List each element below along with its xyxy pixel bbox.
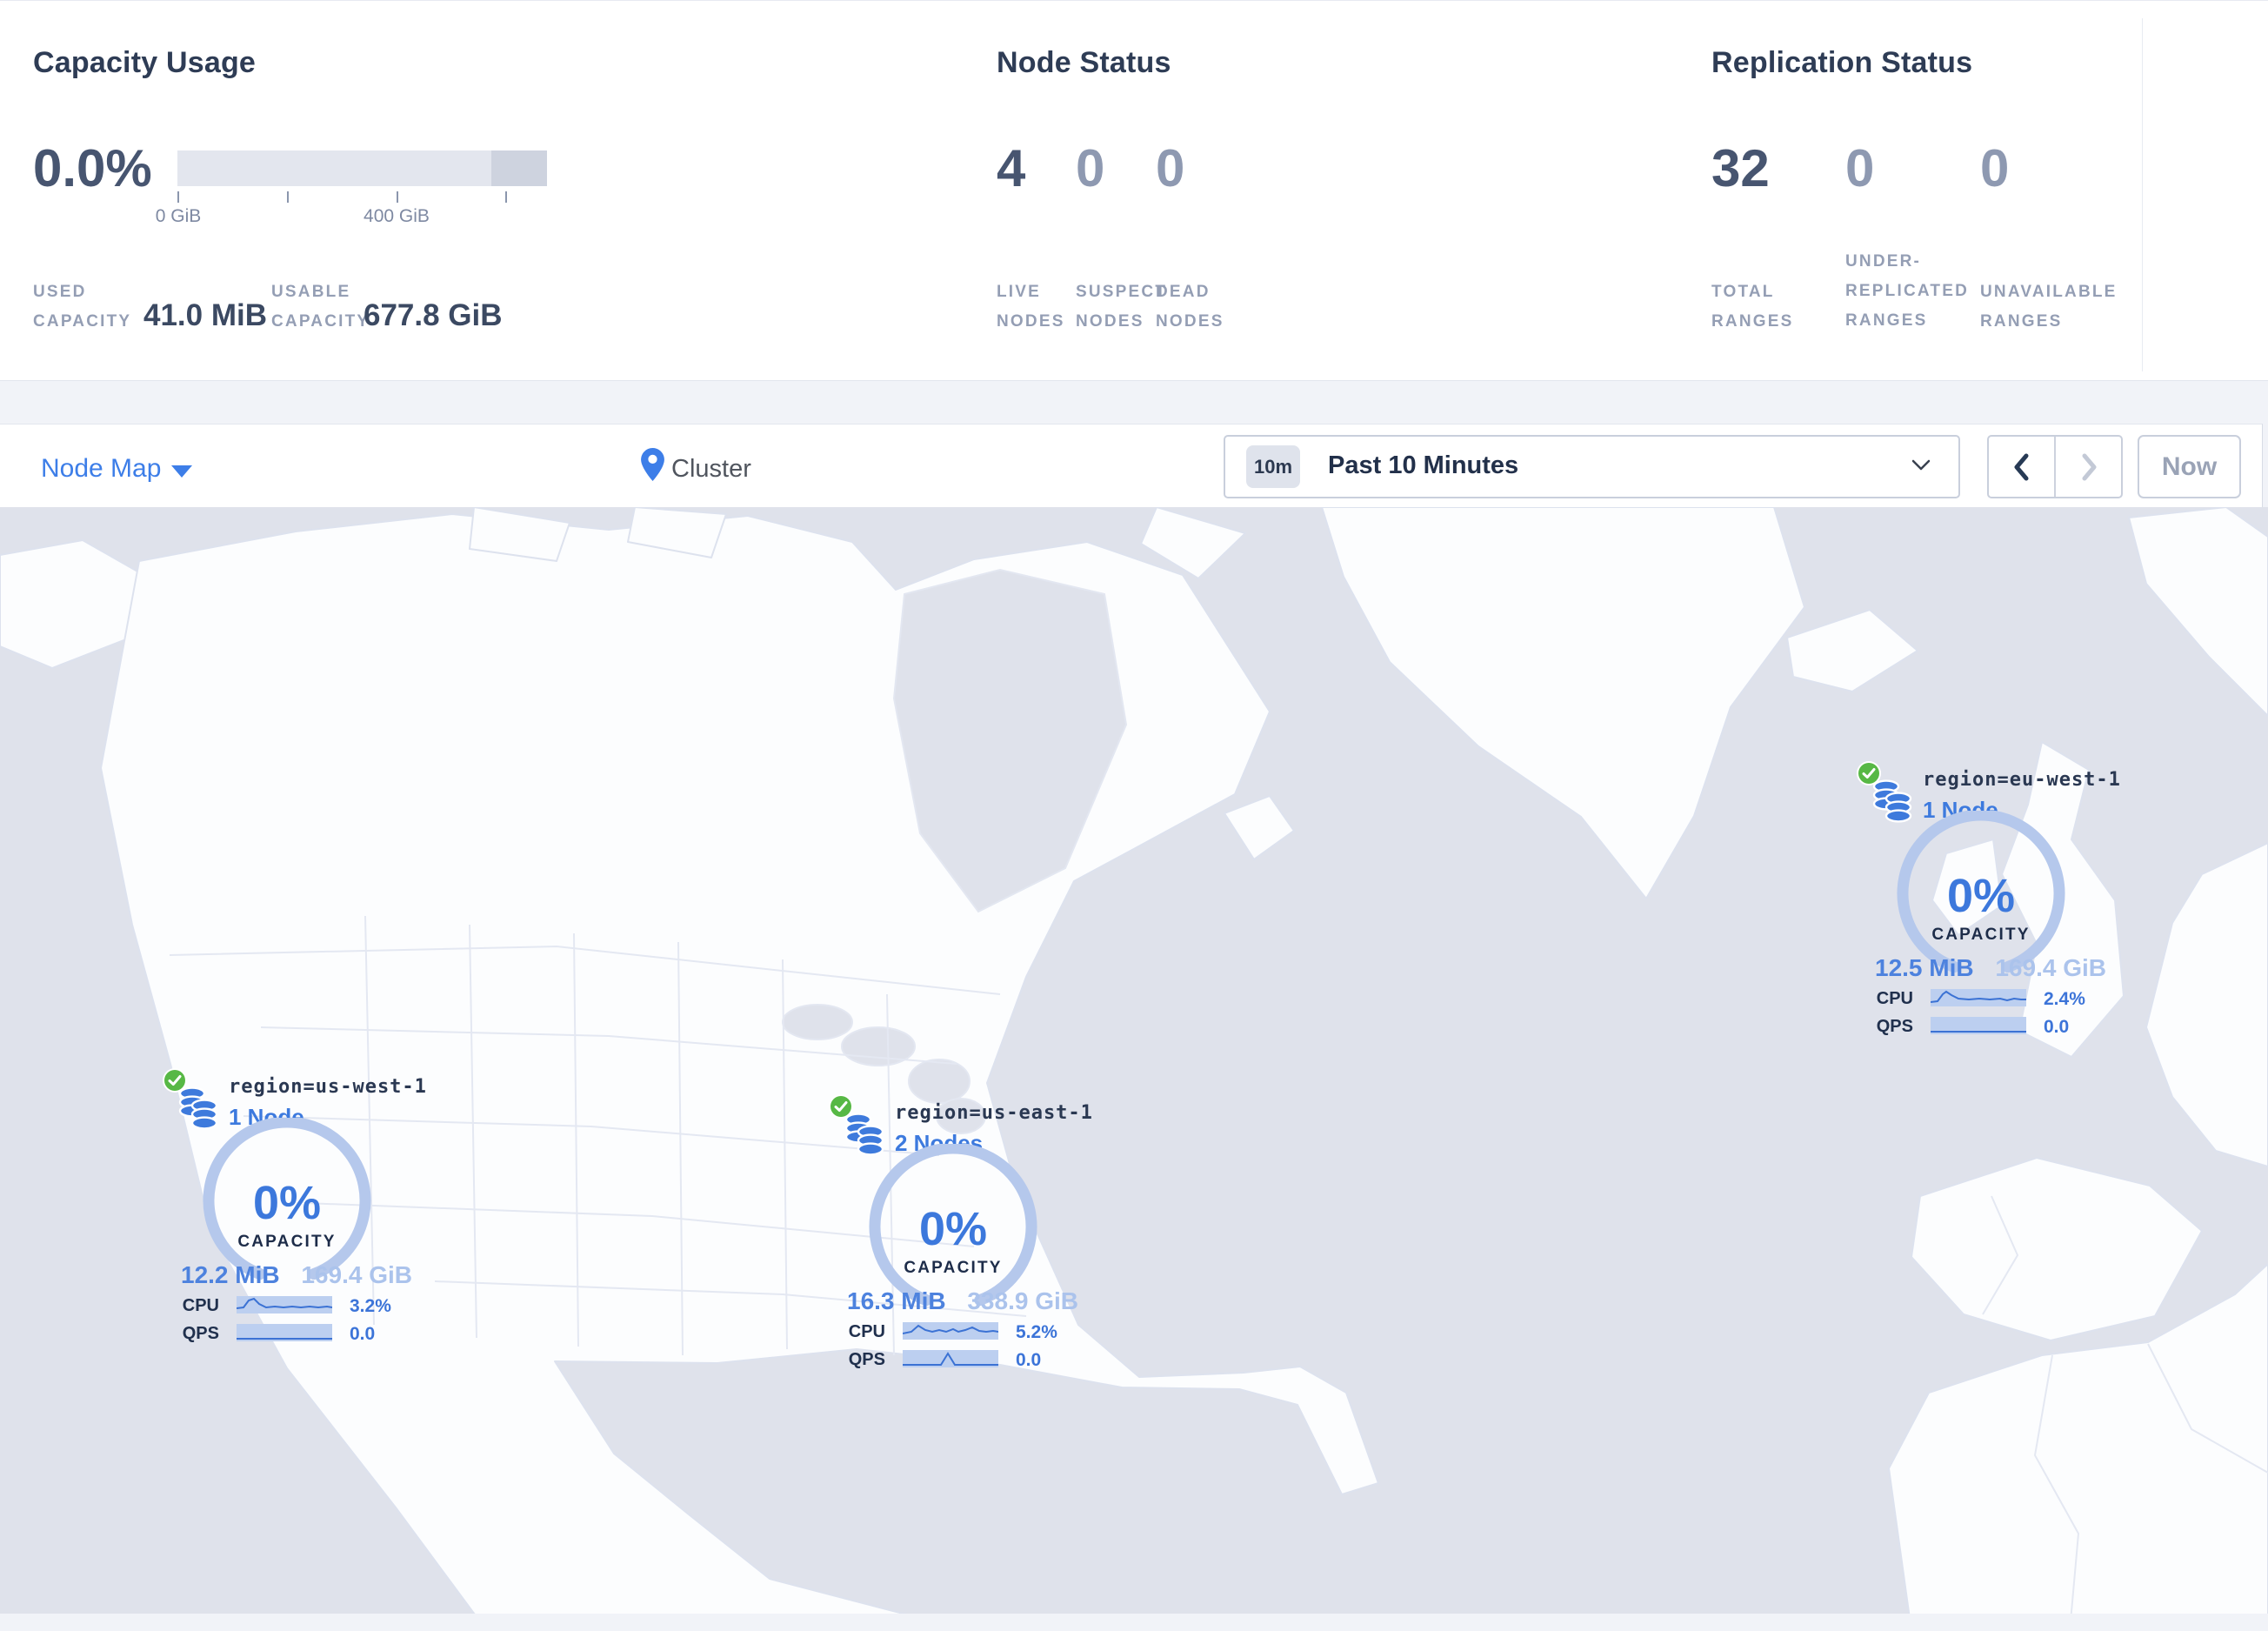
total-ranges-label: TOTAL RANGES [1711,283,1794,331]
total-ranges-count: 32 [1711,139,1770,197]
usable-capacity: 338.9 GiB [967,1287,1078,1314]
map-pin-icon [641,448,664,481]
cpu-row: CPU 2.4% [1851,989,2111,1009]
axis-tick [397,191,398,203]
qps-row: QPS 0.0 [1851,1017,2111,1037]
qps-sparkline [903,1350,998,1367]
capacity-label: CAPACITY [904,1259,1003,1277]
usable-capacity-value: 677.8 GiB [364,298,503,332]
qps-row: QPS 0.0 [157,1324,417,1344]
node-status-title: Node Status [997,46,1171,79]
capacity-percent: 0% [1946,870,2016,922]
under-replicated-count: 0 [1845,139,1875,197]
cpu-value: 3.2% [350,1296,391,1316]
qps-label: QPS [182,1324,219,1343]
region-name: region=eu-west-1 [1923,769,2121,791]
used-capacity-label: USED CAPACITY [33,283,132,331]
region-name: region=us-west-1 [229,1076,427,1098]
view-selector-dropdown[interactable]: Node Map [41,454,161,484]
unavailable-ranges-count: 0 [1980,139,2010,197]
live-nodes-label: LIVE NODES [997,283,1065,331]
cpu-sparkline [236,1296,333,1313]
qps-sparkline [237,1324,332,1341]
qps-label: QPS [1876,1017,1913,1036]
unavailable-ranges-label: UNAVAILABLE RANGES [1980,283,2118,331]
used-capacity: 12.5 MiB [1875,954,1974,981]
time-range-selector[interactable]: 10m Past 10 Minutes [1224,435,1960,498]
region-marker-us-west-1[interactable]: region=us-west-1 1 Node 0% CAPACITY 12.2… [157,1061,565,1361]
capacity-label: CAPACITY [237,1233,337,1251]
region-name: region=us-east-1 [895,1102,1093,1124]
now-button[interactable]: Now [2138,435,2241,498]
qps-row: QPS 0.0 [823,1350,1084,1370]
usable-capacity: 169.4 GiB [301,1261,412,1288]
qps-sparkline [1931,1017,2026,1034]
dead-nodes-label: DEAD NODES [1156,283,1224,331]
qps-label: QPS [848,1350,885,1369]
used-capacity-value: 41.0 MiB [143,298,267,332]
cpu-label: CPU [848,1322,885,1341]
time-window-badge: 10m [1246,445,1300,488]
capacity-percent: 0% [252,1177,322,1229]
dead-nodes-count: 0 [1156,139,1185,197]
cpu-value: 5.2% [1016,1322,1057,1342]
map-landmass-svg [0,506,2268,1631]
region-marker-us-east-1[interactable]: region=us-east-1 2 Nodes 0% CAPACITY 16.… [823,1087,1231,1387]
node-map-page: Capacity Usage 0.0% 0 GiB 400 GiB USED C… [0,0,2268,1631]
suspect-nodes-count: 0 [1076,139,1105,197]
capacity-percent: 0% [918,1203,988,1255]
qps-value: 0.0 [1016,1350,1042,1370]
cpu-sparkline [902,1322,999,1340]
replication-status-title: Replication Status [1711,46,1973,79]
cpu-row: CPU 3.2% [157,1296,417,1316]
cpu-value: 2.4% [2044,989,2085,1009]
used-capacity: 16.3 MiB [847,1287,946,1314]
capacity-usage-bar [177,150,547,186]
breadcrumb-cluster[interactable]: Cluster [671,455,751,484]
axis-tick [177,191,179,203]
cpu-label: CPU [182,1296,219,1315]
usable-capacity: 169.4 GiB [1995,954,2106,981]
qps-value: 0.0 [2044,1017,2070,1037]
capacity-label: CAPACITY [1931,926,2031,944]
axis-tick [505,191,507,203]
axis-tick [287,191,289,203]
time-pager [1987,435,2123,498]
world-map[interactable] [0,506,2268,1631]
cpu-label: CPU [1876,989,1913,1008]
axis-tick-label: 400 GiB [364,206,430,226]
axis-tick-label: 0 GiB [155,206,202,226]
cpu-row: CPU 5.2% [823,1322,1084,1342]
live-nodes-count: 4 [997,139,1026,197]
cpu-sparkline [1930,989,2026,1006]
cluster-summary-bar: Capacity Usage 0.0% 0 GiB 400 GiB USED C… [0,0,2268,381]
next-time-button[interactable] [2056,437,2121,497]
time-window-label: Past 10 Minutes [1328,451,1519,479]
capacity-usage-bar-reserved [491,150,547,186]
prev-time-button[interactable] [1989,437,2056,497]
region-marker-eu-west-1[interactable]: region=eu-west-1 1 Node 0% CAPACITY 12.5… [1851,754,2259,1054]
chevron-down-icon [1911,459,1931,471]
capacity-usage-title: Capacity Usage [33,46,257,79]
chevron-down-icon[interactable] [171,465,192,478]
capacity-usage-percent: 0.0% [33,139,152,197]
used-capacity: 12.2 MiB [181,1261,280,1288]
map-toolbar: Node Map Cluster 10m Past 10 Minutes Now [0,424,2263,508]
under-replicated-label: UNDER-REPLICATED RANGES [1845,252,1969,331]
summary-divider [2142,18,2143,371]
qps-value: 0.0 [350,1324,376,1344]
